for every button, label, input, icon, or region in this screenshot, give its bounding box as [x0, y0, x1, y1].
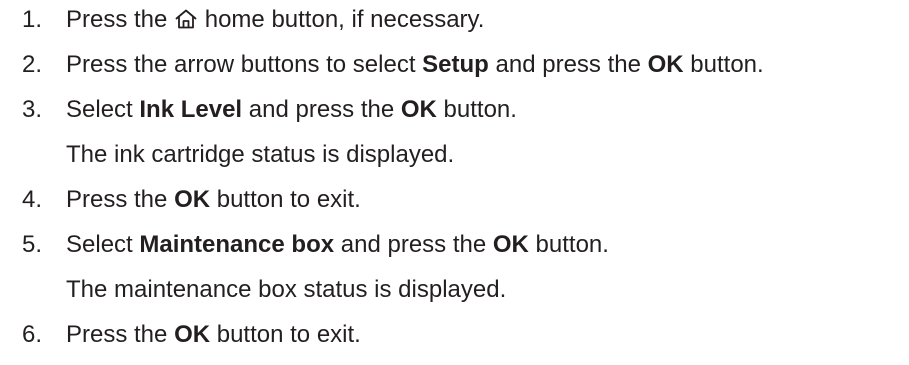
- step-text: Press the OK button to exit.: [66, 185, 361, 215]
- step-text-part: home button, if necessary.: [204, 6, 485, 33]
- ok-button-label: OK: [647, 51, 684, 78]
- menu-item-maintenance-box: Maintenance box: [139, 231, 335, 258]
- step-text-part: button.: [443, 96, 517, 123]
- step-text-part: button to exit.: [216, 186, 361, 213]
- step-text: Press the home button, if necessary.: [66, 5, 484, 35]
- step-5-note: The maintenance box status is displayed.: [66, 276, 507, 303]
- step-text-part: and press the: [495, 51, 641, 78]
- step-text-part: Press the: [66, 321, 168, 348]
- step-text-part: and press the: [248, 96, 395, 123]
- step-text: Press the OK button to exit.: [66, 320, 361, 350]
- step-text-part: button.: [690, 51, 764, 78]
- step-text: Select Ink Level and press the OK button…: [66, 95, 517, 125]
- step-number: 4.: [22, 186, 43, 213]
- step-text: Select Maintenance box and press the OK …: [66, 230, 609, 260]
- ok-button-label: OK: [174, 186, 211, 213]
- ok-button-label: OK: [400, 96, 437, 123]
- step-number: 6.: [22, 321, 43, 348]
- step-text-part: Select: [66, 96, 133, 123]
- step-text: Press the arrow buttons to select Setup …: [66, 50, 764, 80]
- step-text-part: and press the: [340, 231, 487, 258]
- step-text-part: Press the: [66, 6, 168, 33]
- step-text-part: Press the arrow buttons to select: [66, 51, 416, 78]
- step-number: 2.: [22, 51, 43, 78]
- menu-item-ink-level: Ink Level: [139, 96, 243, 123]
- home-icon: [175, 9, 197, 29]
- step-number: 1.: [22, 6, 43, 33]
- step-number: 5.: [22, 231, 43, 258]
- menu-item-setup: Setup: [422, 51, 489, 78]
- step-text-part: Press the: [66, 186, 168, 213]
- ok-button-label: OK: [174, 321, 211, 348]
- step-3-note: The ink cartridge status is displayed.: [66, 141, 455, 168]
- ok-button-label: OK: [492, 231, 529, 258]
- step-text-part: button to exit.: [216, 321, 361, 348]
- step-number: 3.: [22, 96, 43, 123]
- step-text-part: button.: [535, 231, 609, 258]
- step-text-part: Select: [66, 231, 133, 258]
